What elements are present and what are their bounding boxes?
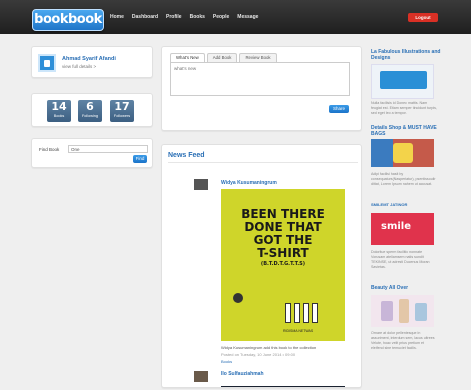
stats-card: 14 Books 6 Following 17 Followers xyxy=(31,93,153,127)
ad-text: Nulla facilisis id Donec mattis. Nam feu… xyxy=(371,101,437,115)
cover-figure xyxy=(312,303,318,323)
profile-details-link[interactable]: view full details > xyxy=(62,64,96,69)
nav-dashboard[interactable]: Dashboard xyxy=(132,14,158,20)
ad-image[interactable] xyxy=(371,295,434,327)
logout-button[interactable]: Logout xyxy=(408,13,438,22)
tab-review-book[interactable]: Review Book xyxy=(239,53,277,62)
post-avatar[interactable] xyxy=(194,179,208,190)
tab-add-book[interactable]: Add Book xyxy=(206,53,238,62)
post-meta: Posted on Tuesday, 10 June 2014 • 09:00 xyxy=(221,352,296,357)
stat-followers[interactable]: 17 Followers xyxy=(110,100,134,122)
stat-books-value: 14 xyxy=(51,100,67,113)
post-caption: Widya Kusumaningrum add this book to the… xyxy=(221,345,317,350)
cover-figure xyxy=(303,303,309,323)
post-author[interactable]: Ilo Sulfauziahmah xyxy=(221,371,264,377)
cover-line-1: BEEN THERE xyxy=(241,207,325,221)
find-book-button[interactable]: Find xyxy=(133,155,147,163)
top-navbar: bookbook Home Dashboard Profile Books Pe… xyxy=(0,0,471,34)
find-book-input[interactable] xyxy=(68,145,148,153)
status-card: What's New Add Book Review Book Share xyxy=(161,46,362,131)
cover-figure xyxy=(294,303,300,323)
nav-profile[interactable]: Profile xyxy=(166,14,182,20)
share-button[interactable]: Share xyxy=(329,105,349,113)
ad-image[interactable] xyxy=(371,139,434,167)
stat-following[interactable]: 6 Following xyxy=(78,100,102,122)
nav-books[interactable]: Books xyxy=(190,14,205,20)
stat-following-value: 6 xyxy=(86,100,94,113)
tab-whats-new[interactable]: What's New xyxy=(170,53,205,62)
user-icon xyxy=(44,59,50,67)
book-cover-image[interactable]: BEEN THERE DONE THAT GOT THE T-SHIRT (B.… xyxy=(221,189,345,341)
main-nav: Home Dashboard Profile Books People Mess… xyxy=(110,14,258,20)
ad-title[interactable]: SMILEMT JATINOR xyxy=(371,202,441,208)
news-feed: News Feed Widya Kusumaningrum BEEN THERE… xyxy=(161,144,362,388)
nav-people[interactable]: People xyxy=(213,14,229,20)
cover-subtitle: (B.T.D.T.G.T.T.S) xyxy=(260,261,306,267)
nav-message[interactable]: Message xyxy=(237,14,258,20)
stat-followers-label: Followers xyxy=(113,114,131,118)
cover-line-2: DONE THAT xyxy=(244,220,322,234)
ad-title[interactable]: Details Shop & MUST HAVE BAGS xyxy=(371,125,441,137)
profile-card: Ahmad Syarif Afandi view full details > xyxy=(31,46,153,78)
cover-footer: RIDISMA NETWAS xyxy=(283,329,314,333)
ad-image[interactable] xyxy=(371,64,434,99)
site-logo[interactable]: bookbook xyxy=(32,9,104,31)
stat-following-label: Following xyxy=(81,114,99,118)
stat-followers-value: 17 xyxy=(114,100,130,113)
cover-line-4: T-SHIRT xyxy=(257,246,309,260)
profile-name[interactable]: Ahmad Syarif Afandi xyxy=(62,56,116,62)
post-avatar[interactable] xyxy=(194,371,208,382)
stat-books[interactable]: 14 Books xyxy=(47,100,71,122)
cover-figure xyxy=(285,303,291,323)
ad-image[interactable]: smile xyxy=(371,213,434,245)
nav-home[interactable]: Home xyxy=(110,14,124,20)
ad-text: Adipi facilisi hasit by consequaturs(Nas… xyxy=(371,172,436,186)
find-book-label: Find Book xyxy=(39,147,60,152)
avatar[interactable] xyxy=(38,54,56,72)
cover-graphic xyxy=(233,293,243,303)
divider xyxy=(168,162,358,163)
stat-books-label: Books xyxy=(53,114,65,118)
ad-text: Doloritue sperm facilitic nonnate Vorusa… xyxy=(371,250,430,269)
book-cover-image[interactable] xyxy=(221,386,345,387)
post-author[interactable]: Widya Kusumaningrum xyxy=(221,180,277,186)
cover-line-3: GOT THE xyxy=(253,233,313,247)
ad-text: Ornare at dolor pellentesque in assurime… xyxy=(371,331,435,350)
status-input[interactable] xyxy=(170,62,350,96)
ad-title[interactable]: La Fabulous Illustrations and Designs xyxy=(371,49,441,61)
find-book-card: Find Book Find xyxy=(31,138,153,168)
news-feed-title: News Feed xyxy=(168,152,205,159)
ad-title[interactable]: Beauty All Over xyxy=(371,285,441,291)
status-tabs: What's New Add Book Review Book xyxy=(170,53,277,62)
post-action[interactable]: Books xyxy=(221,359,232,364)
